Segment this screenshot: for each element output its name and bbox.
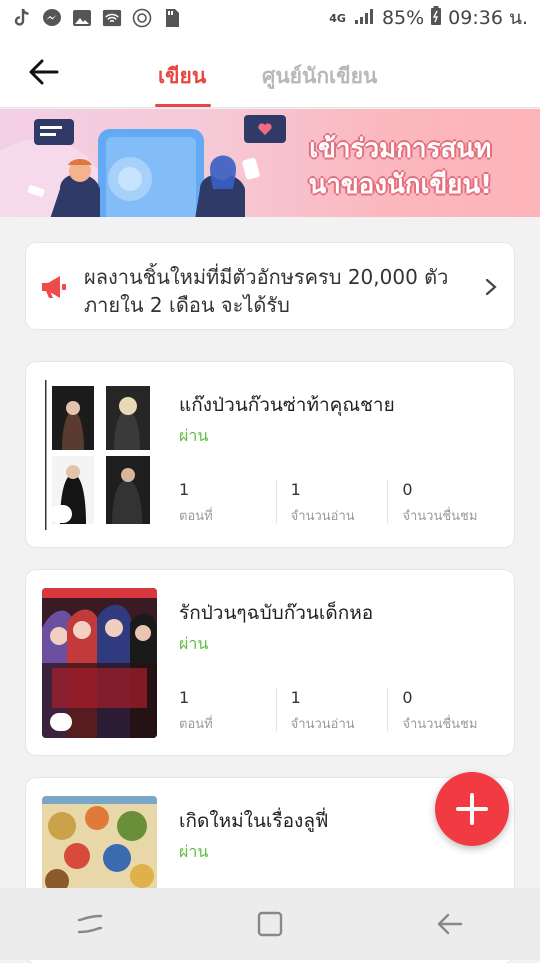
back-nav-icon (437, 913, 463, 935)
home-icon (257, 911, 283, 937)
recent-apps-button[interactable] (70, 904, 110, 944)
story-title: แก๊งป่วนก๊วนซ่าท้าคุณชาย (179, 394, 395, 416)
network-type: 4G (329, 11, 346, 25)
gallery-icon (72, 8, 92, 28)
stat-label: จำนวนอ่าน (290, 717, 355, 732)
stat-label: จำนวนชื่นชม (402, 717, 478, 732)
active-tab-indicator (155, 104, 211, 107)
story-stats: 1 ตอนที่ 1 จำนวนอ่าน 0 จำนวนชื่นชม (179, 688, 499, 732)
story-title: เกิดใหม่ในเรื่องลูฟี่ (179, 810, 329, 832)
story-card[interactable]: รักป่วนๆฉบับก๊วนเด็กหอ ผ่าน 1 ตอนที่ 1 จ… (26, 570, 514, 755)
sd-card-icon (162, 8, 182, 28)
stat-value: 0 (402, 688, 413, 707)
stat-reads: 1 จำนวนอ่าน (275, 480, 388, 524)
story-title: รักป่วนๆฉบับก๊วนเด็กหอ (179, 602, 374, 624)
home-button[interactable] (250, 904, 290, 944)
stat-value: 1 (290, 688, 301, 707)
tiktok-icon (12, 8, 32, 28)
banner-line-2: นาของนักเขียน! (308, 170, 493, 200)
system-status: 4G 85% 09:36 น. (329, 3, 528, 33)
system-navigation-bar (0, 888, 540, 960)
banner-illustration (0, 115, 286, 217)
back-button[interactable] (26, 54, 62, 90)
tab-write[interactable]: เขียน (158, 60, 206, 93)
messenger-icon (42, 8, 62, 28)
add-story-button[interactable] (435, 772, 509, 846)
stat-likes: 0 จำนวนชื่นชม (387, 688, 499, 732)
status-bar: 4G 85% 09:36 น. (0, 0, 540, 36)
stat-reads: 1 จำนวนอ่าน (275, 688, 388, 732)
battery-icon (430, 5, 442, 31)
clock: 09:36 น. (448, 7, 528, 29)
cover-badge (50, 505, 72, 523)
notification-icons (12, 8, 182, 28)
promo-banner[interactable]: เข้าร่วมการสนท นาของนักเขียน! (0, 109, 540, 217)
megaphone-icon (42, 276, 66, 298)
stat-label: ตอนที่ (179, 717, 213, 732)
stat-episodes: 1 ตอนที่ (179, 480, 276, 524)
story-status: ผ่าน (179, 842, 209, 861)
stat-episodes: 1 ตอนที่ (179, 688, 276, 732)
chevron-right-icon (485, 278, 497, 296)
story-stats: 1 ตอนที่ 1 จำนวนอ่าน 0 จำนวนชื่นชม (179, 480, 499, 524)
stat-label: จำนวนอ่าน (290, 509, 355, 524)
stat-label: ตอนที่ (179, 509, 213, 524)
story-card[interactable]: แก๊งป่วนก๊วนซ่าท้าคุณชาย ผ่าน 1 ตอนที่ 1… (26, 362, 514, 547)
cover-badge (50, 713, 72, 731)
stat-label: จำนวนชื่นชม (402, 509, 478, 524)
stat-value: 1 (290, 480, 301, 499)
tab-writer-center[interactable]: ศูนย์นักเขียน (262, 60, 377, 93)
stat-likes: 0 จำนวนชื่นชม (387, 480, 499, 524)
announcement-card[interactable]: ผลงานชิ้นใหม่ที่มีตัวอักษรครบ 20,000 ตัว… (26, 243, 514, 329)
story-status: ผ่าน (179, 426, 209, 445)
wifi-box-icon (102, 8, 122, 28)
recent-apps-icon (77, 914, 103, 934)
announcement-text: ผลงานชิ้นใหม่ที่มีตัวอักษรครบ 20,000 ตัว… (84, 265, 449, 313)
stat-value: 1 (179, 480, 190, 499)
signal-icon (354, 7, 376, 30)
arrow-left-icon (29, 59, 59, 85)
stat-value: 1 (179, 688, 190, 707)
story-status: ผ่าน (179, 634, 209, 653)
back-nav-button[interactable] (430, 904, 470, 944)
banner-headline: เข้าร่วมการสนท นาของนักเขียน! (309, 131, 493, 203)
battery-percent: 85% (381, 7, 425, 29)
target-icon (132, 8, 152, 28)
app-header: เขียน ศูนย์นักเขียน (0, 36, 540, 108)
stat-value: 0 (402, 480, 413, 499)
banner-line-1: เข้าร่วมการสนท (309, 134, 492, 164)
